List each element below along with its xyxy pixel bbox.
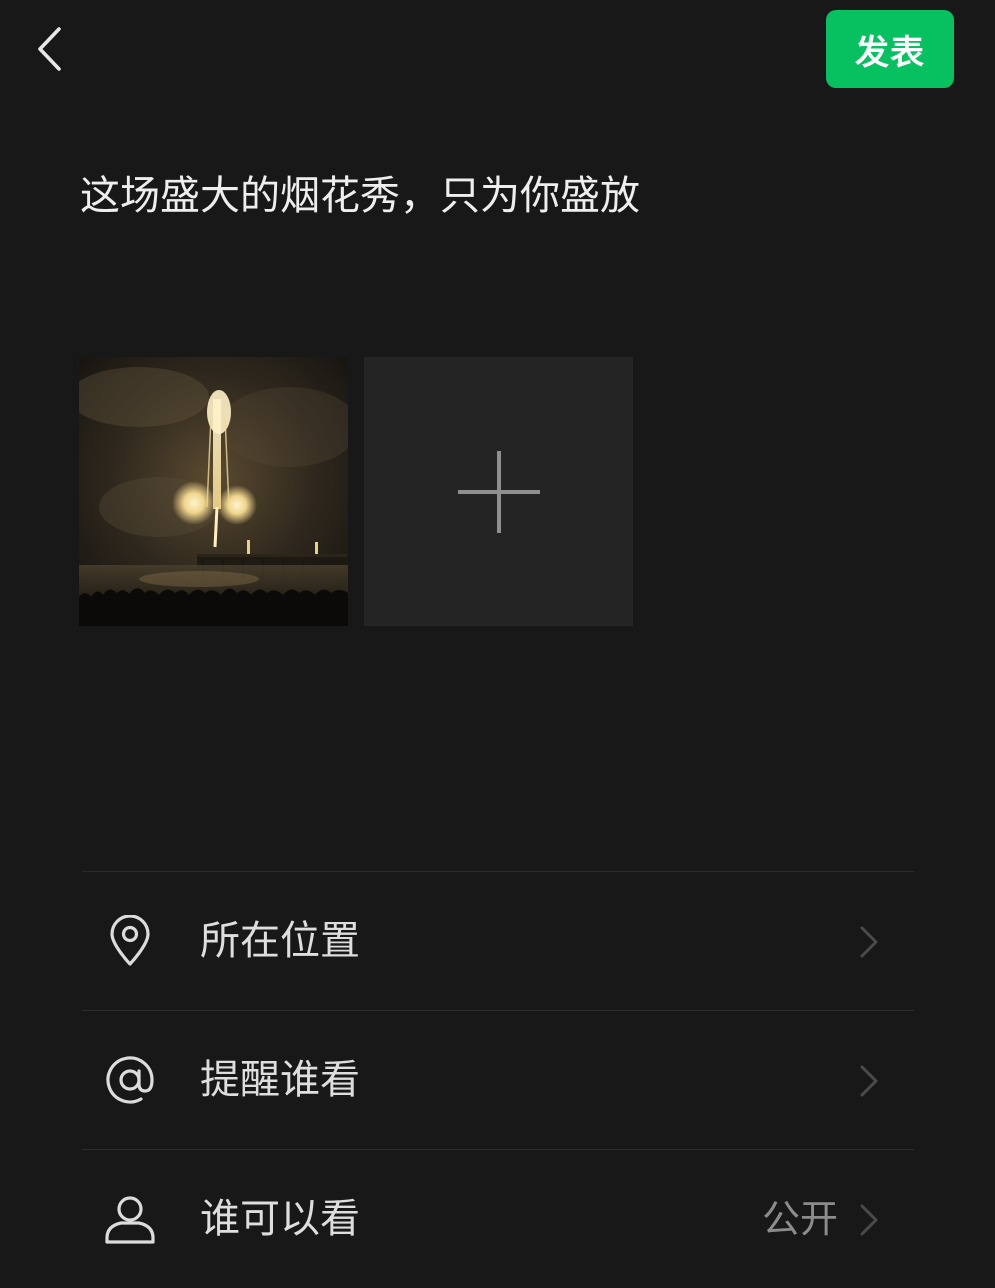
fireworks-photo <box>79 357 348 626</box>
chevron-right-icon <box>860 1204 878 1236</box>
location-pin-icon <box>102 912 158 970</box>
photo-thumbnail[interactable] <box>79 357 348 626</box>
back-button[interactable] <box>26 22 74 76</box>
remind-who-label: 提醒谁看 <box>200 1057 360 1103</box>
location-row[interactable]: 所在位置 <box>82 872 914 1010</box>
at-sign-icon <box>102 1051 158 1109</box>
chevron-right-icon <box>860 1065 878 1097</box>
who-can-see-row[interactable]: 谁可以看 公开 <box>82 1150 914 1288</box>
publish-button-label: 发表 <box>855 32 925 73</box>
person-icon <box>102 1190 158 1248</box>
who-can-see-label: 谁可以看 <box>200 1196 360 1242</box>
publish-button[interactable]: 发表 <box>826 10 954 88</box>
visibility-value: 公开 <box>761 1197 838 1241</box>
plus-icon <box>457 450 540 533</box>
remind-who-row[interactable]: 提醒谁看 <box>82 1011 914 1149</box>
location-label: 所在位置 <box>200 918 360 964</box>
chevron-right-icon <box>860 926 878 958</box>
add-photo-button[interactable] <box>364 357 633 626</box>
chevron-left-icon <box>38 27 61 71</box>
post-text-input[interactable]: 这场盛大的烟花秀，只为你盛放 <box>80 168 640 224</box>
